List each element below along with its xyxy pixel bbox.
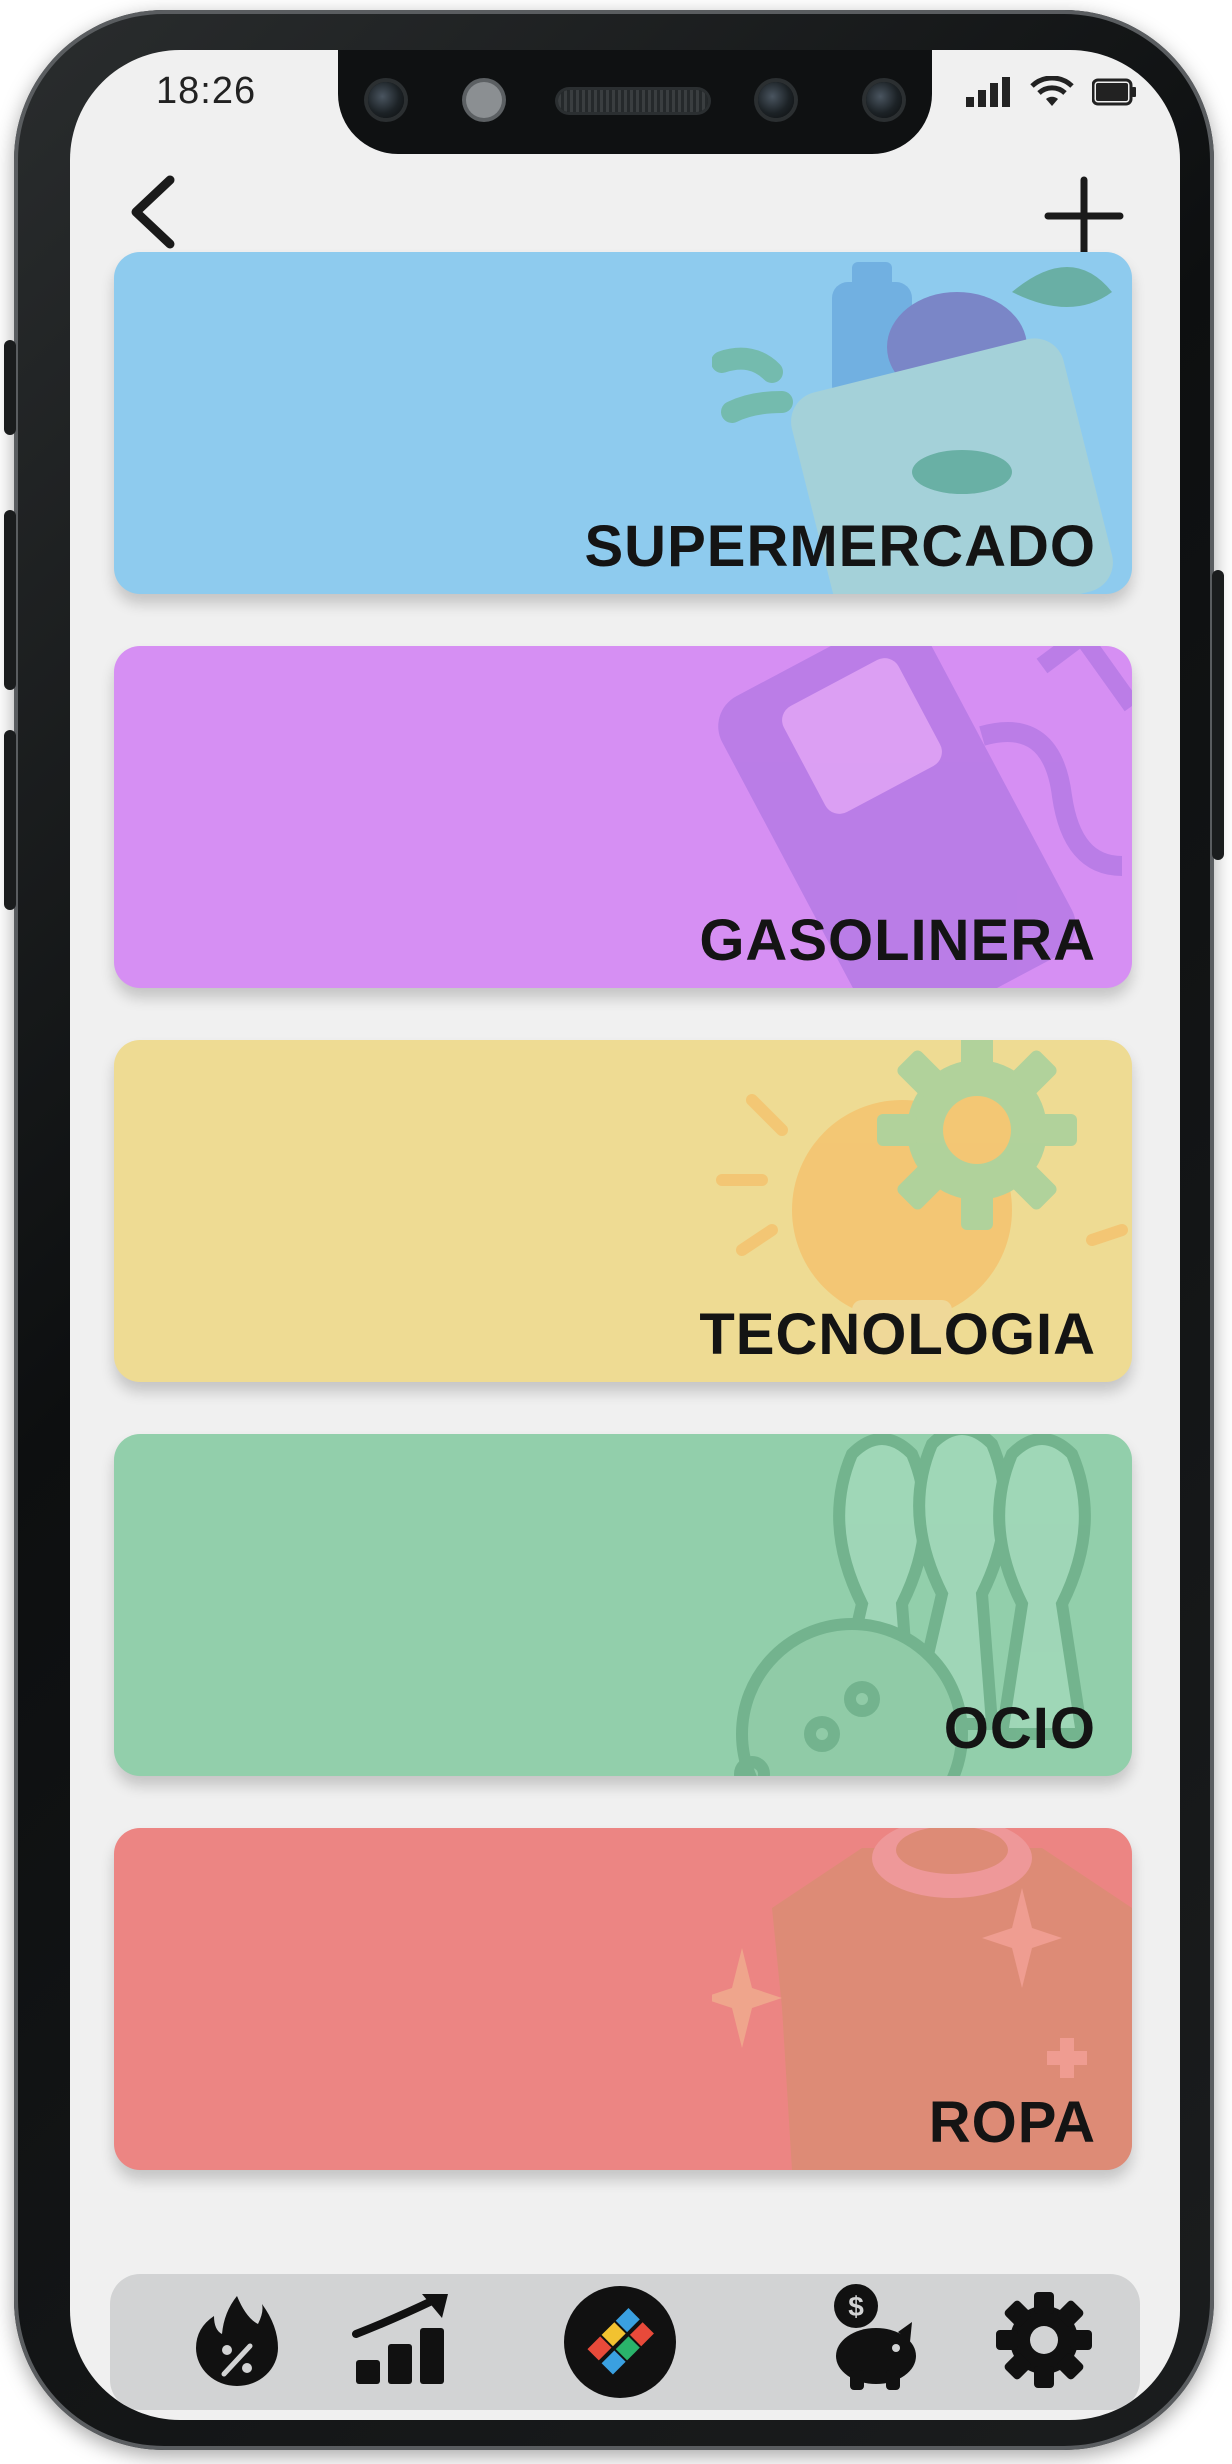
status-time: 18:26 xyxy=(156,70,257,112)
category-card-gasolinera[interactable]: GASOLINERA xyxy=(114,646,1132,988)
status-icons xyxy=(966,76,1136,108)
nav-settings[interactable] xyxy=(994,2290,1094,2395)
add-category-button[interactable] xyxy=(1044,176,1124,256)
screen: 18:26 SUPERMERCADO GASOLINERA TECNOLOGIA… xyxy=(70,50,1180,2420)
speaker-grille xyxy=(558,90,708,112)
proximity-sensor-icon xyxy=(466,82,502,118)
category-card-ocio[interactable]: OCIO xyxy=(114,1434,1132,1776)
top-bar xyxy=(70,150,1180,256)
category-label: TECNOLOGIA xyxy=(699,1302,1096,1367)
signal-icon xyxy=(966,77,1010,107)
notch xyxy=(338,50,932,154)
nav-savings[interactable]: $ xyxy=(830,2280,920,2395)
power-button xyxy=(1212,570,1224,860)
chevron-left-icon xyxy=(131,175,175,249)
growth-chart-icon xyxy=(352,2294,448,2384)
nav-offers[interactable] xyxy=(194,2292,280,2393)
sensor-icon xyxy=(368,82,404,118)
category-card-supermercado[interactable]: SUPERMERCADO xyxy=(114,252,1132,594)
category-label: GASOLINERA xyxy=(699,908,1096,973)
nav-statistics[interactable] xyxy=(352,2290,452,2391)
category-label: OCIO xyxy=(943,1696,1096,1761)
discount-flame-icon xyxy=(196,2296,278,2386)
category-list: SUPERMERCADO GASOLINERA TECNOLOGIA OCIO … xyxy=(114,252,1136,2170)
plus-icon xyxy=(1044,176,1124,256)
category-label: SUPERMERCADO xyxy=(584,514,1096,579)
back-button[interactable] xyxy=(120,172,190,252)
front-camera-icon xyxy=(758,82,794,118)
app-logo-icon xyxy=(564,2286,676,2398)
mute-switch xyxy=(4,340,16,435)
category-label: ROPA xyxy=(928,2090,1096,2155)
volume-down-button xyxy=(4,730,16,910)
piggy-bank-icon: $ xyxy=(834,2284,916,2390)
gear-icon xyxy=(996,2292,1092,2388)
svg-text:$: $ xyxy=(848,2291,864,2322)
wifi-icon xyxy=(1030,76,1074,106)
phone-frame: 18:26 SUPERMERCADO GASOLINERA TECNOLOGIA… xyxy=(4,10,1224,2450)
battery-icon xyxy=(1092,78,1136,106)
bottom-nav: $ xyxy=(110,2274,1140,2410)
category-card-ropa[interactable]: ROPA xyxy=(114,1828,1132,2170)
volume-up-button xyxy=(4,510,16,690)
nav-home[interactable] xyxy=(562,2284,678,2405)
face-id-sensor-icon xyxy=(866,82,902,118)
category-card-tecnologia[interactable]: TECNOLOGIA xyxy=(114,1040,1132,1382)
